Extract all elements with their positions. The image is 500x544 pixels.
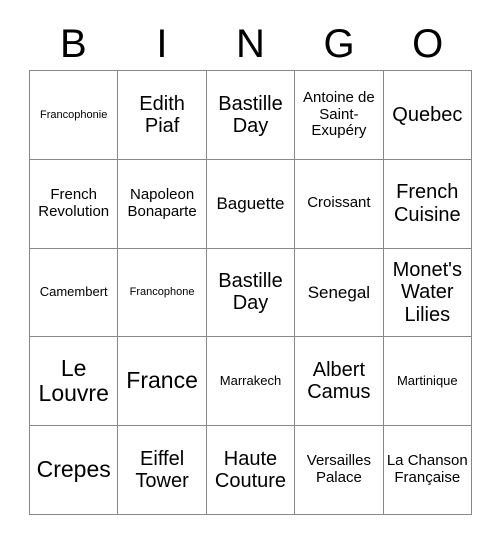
bingo-cell-label: Crepes — [36, 456, 111, 483]
bingo-header-letter-g: G — [323, 22, 355, 66]
bingo-cell-label: Croissant — [307, 194, 371, 212]
bingo-card: B I N G O Francophonie Edith Piaf Bastil… — [0, 0, 500, 544]
bingo-header-letter-o: O — [412, 22, 444, 66]
bingo-cell-label: La Chanson Française — [386, 452, 468, 487]
bingo-cell-r5c2[interactable]: Eiffel Tower — [118, 426, 207, 515]
bingo-cell-label: Versailles Palace — [306, 452, 371, 487]
bingo-header-letter-i: I — [156, 22, 168, 66]
bingo-cell-r5c1[interactable]: Crepes — [30, 426, 119, 515]
bingo-cell-r5c5[interactable]: La Chanson Française — [383, 426, 472, 515]
bingo-cell-label: Francophonie — [40, 108, 108, 121]
bingo-cell-r1c2[interactable]: Edith Piaf — [118, 71, 207, 160]
bingo-cell-label: Camembert — [39, 284, 108, 300]
bingo-cell-r2c4[interactable]: Croissant — [295, 159, 384, 249]
bingo-cell-label: France — [126, 367, 198, 394]
bingo-cell-label: Bastille Day — [218, 92, 283, 137]
bingo-cell-r4c2[interactable]: France — [118, 337, 207, 427]
bingo-cell-r4c5[interactable]: Martinique — [383, 337, 472, 427]
bingo-cell-label: Marrakech — [219, 373, 282, 389]
bingo-cell-label: Monet's Water Lilies — [392, 258, 462, 326]
bingo-cell-label: Eiffel Tower — [135, 447, 189, 493]
bingo-cell-label: Martinique — [396, 373, 458, 389]
bingo-cell-label: Francophone — [129, 286, 195, 299]
bingo-cell-label: Albert Camus — [307, 358, 371, 404]
bingo-cell-label: French Cuisine — [393, 181, 461, 226]
bingo-cell-r1c5[interactable]: Quebec — [383, 71, 472, 160]
bingo-cell-label: Antoine de Saint-Exupéry — [303, 88, 375, 140]
bingo-cell-label: Baguette — [216, 194, 285, 214]
bingo-cell-r4c3[interactable]: Marrakech — [206, 337, 296, 427]
bingo-cell-label: Bastille Day — [218, 270, 283, 315]
bingo-cell-r4c4[interactable]: Albert Camus — [295, 337, 384, 427]
bingo-cell-r4c1[interactable]: Le Louvre — [30, 337, 119, 427]
bingo-cell-label: Le Louvre — [38, 354, 109, 407]
bingo-cell-r5c3[interactable]: Haute Couture — [206, 426, 296, 515]
bingo-cell-r3c4[interactable]: Senegal — [295, 248, 384, 338]
bingo-cell-r3c2[interactable]: Francophone — [118, 248, 207, 338]
bingo-cell-r3c5[interactable]: Monet's Water Lilies — [383, 248, 472, 338]
bingo-header-letter-b: B — [59, 22, 87, 66]
bingo-cell-label: Haute Couture — [214, 447, 287, 493]
bingo-grid: Francophonie Edith Piaf Bastille Day Ant… — [29, 70, 472, 515]
bingo-cell-r3c3[interactable]: Bastille Day — [206, 248, 296, 338]
bingo-cell-label: Napoleon Bonaparte — [127, 185, 197, 220]
bingo-cell-label: Edith Piaf — [139, 92, 185, 137]
bingo-cell-label: Senegal — [307, 282, 371, 302]
bingo-cell-r2c2[interactable]: Napoleon Bonaparte — [118, 159, 207, 249]
bingo-cell-r1c4[interactable]: Antoine de Saint-Exupéry — [295, 71, 384, 160]
bingo-header-row: B I N G O — [29, 18, 472, 70]
bingo-cell-r2c5[interactable]: French Cuisine — [383, 159, 472, 249]
bingo-cell-r2c1[interactable]: French Revolution — [30, 159, 119, 249]
bingo-header-letter-n: N — [236, 22, 265, 66]
bingo-cell-r2c3[interactable]: Baguette — [206, 159, 296, 249]
bingo-cell-r5c4[interactable]: Versailles Palace — [295, 426, 384, 515]
bingo-cell-label: Quebec — [392, 103, 463, 126]
bingo-cell-r3c1[interactable]: Camembert — [30, 248, 119, 338]
bingo-cell-r1c1[interactable]: Francophonie — [30, 71, 119, 160]
bingo-cell-label: French Revolution — [38, 185, 110, 220]
bingo-cell-r1c3[interactable]: Bastille Day — [206, 71, 296, 160]
